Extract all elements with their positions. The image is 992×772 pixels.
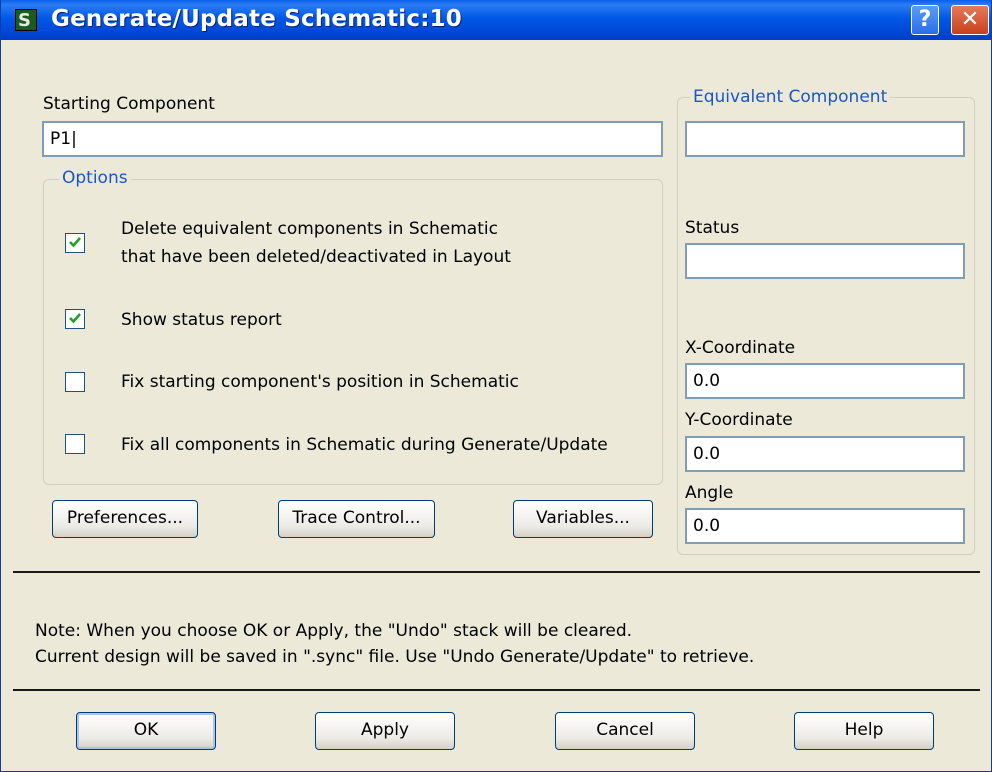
delete-equivalent-checkbox[interactable] (65, 233, 85, 253)
equivalent-component-legend: Equivalent Component (690, 87, 891, 107)
angle-input[interactable]: 0.0 (685, 508, 965, 544)
title-bar[interactable]: S Generate/Update Schematic:10 ? ✕ (1, 0, 991, 40)
note-line-1: Note: When you choose OK or Apply, the "… (35, 621, 633, 641)
y-coordinate-label: Y-Coordinate (685, 410, 793, 430)
ok-button[interactable]: OK (76, 712, 216, 750)
equivalent-component-input[interactable] (685, 121, 965, 157)
note-line-2: Current design will be saved in ".sync" … (35, 647, 755, 667)
x-coordinate-input[interactable]: 0.0 (685, 363, 965, 399)
options-legend: Options (59, 168, 131, 188)
separator-top (13, 571, 980, 573)
delete-equivalent-label-line1: Delete equivalent components in Schemati… (121, 219, 498, 239)
app-icon-letter: S (18, 10, 31, 31)
starting-component-input[interactable]: P1| (42, 121, 663, 157)
app-icon: S (15, 9, 37, 31)
cancel-button[interactable]: Cancel (555, 712, 695, 750)
variables-button[interactable]: Variables... (513, 500, 653, 538)
fix-starting-position-checkbox[interactable] (65, 372, 85, 392)
preferences-button[interactable]: Preferences... (52, 500, 198, 538)
angle-label: Angle (685, 483, 734, 503)
close-button[interactable]: ✕ (951, 5, 989, 35)
help-title-button[interactable]: ? (911, 5, 939, 35)
x-coordinate-label: X-Coordinate (685, 338, 796, 358)
separator-bottom (13, 689, 980, 691)
starting-component-label: Starting Component (43, 94, 215, 114)
apply-button[interactable]: Apply (315, 712, 455, 750)
fix-starting-position-label: Fix starting component's position in Sch… (121, 372, 519, 392)
status-field[interactable] (685, 243, 965, 279)
help-button[interactable]: Help (794, 712, 934, 750)
show-status-report-label: Show status report (121, 310, 282, 330)
fix-all-components-checkbox[interactable] (65, 434, 85, 454)
window-title: Generate/Update Schematic:10 (51, 6, 463, 32)
checkmark-icon (69, 313, 81, 324)
dialog-window: S Generate/Update Schematic:10 ? ✕ Start… (0, 0, 992, 772)
delete-equivalent-label-line2: that have been deleted/deactivated in La… (121, 247, 511, 267)
status-label: Status (685, 218, 740, 238)
fix-all-components-label: Fix all components in Schematic during G… (121, 435, 608, 455)
y-coordinate-input[interactable]: 0.0 (685, 436, 965, 472)
show-status-report-checkbox[interactable] (65, 309, 85, 329)
checkmark-icon (69, 237, 81, 248)
trace-control-button[interactable]: Trace Control... (278, 500, 435, 538)
